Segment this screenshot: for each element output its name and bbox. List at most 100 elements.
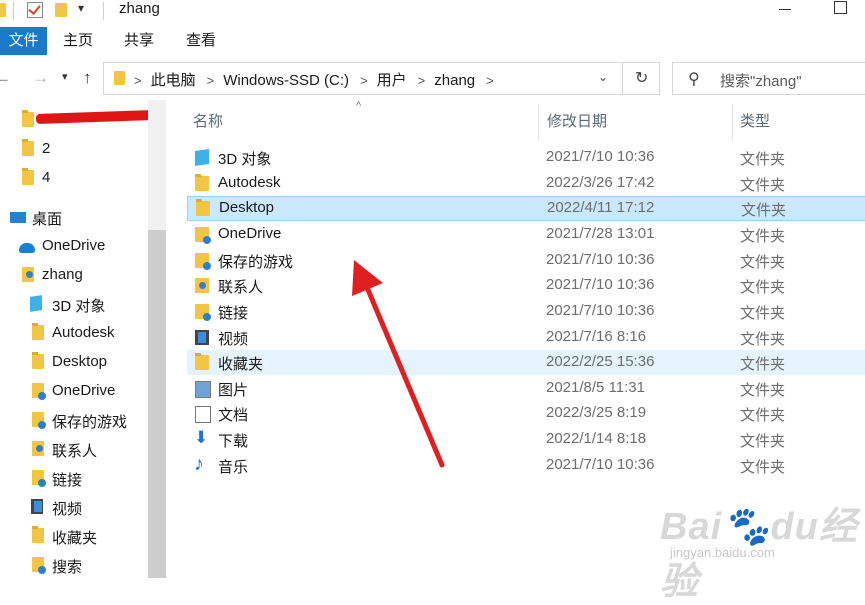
breadcrumb-this-pc[interactable]: 此电脑 [151, 72, 196, 89]
file-name: Autodesk [218, 174, 281, 191]
file-modified: 2021/7/16 8:16 [546, 328, 647, 345]
nav-item-label: OneDrive [42, 237, 106, 254]
file-type: 文件夹 [740, 228, 786, 245]
forward-button[interactable]: → [32, 68, 49, 88]
nav-item[interactable]: 视频 [0, 496, 148, 520]
file-modified: 2021/7/10 10:36 [546, 148, 655, 165]
folder-icon [114, 71, 125, 85]
search-input[interactable]: ⚲ 搜索"zhang" [672, 62, 865, 95]
table-row[interactable]: OneDrive 2021/7/28 13:01 文件夹 [187, 222, 865, 247]
file-name: 链接 [218, 305, 249, 322]
breadcrumb-users[interactable]: 用户 [377, 72, 407, 89]
nav-item-label: OneDrive [52, 382, 116, 399]
file-type: 文件夹 [740, 331, 786, 348]
column-header-modified[interactable]: 修改日期 [547, 104, 732, 140]
customize-quick-access-dropdown[interactable]: ▾ [78, 1, 84, 15]
nav-item[interactable]: 4 [0, 167, 148, 191]
video-icon [31, 499, 43, 514]
nav-item-label: Autodesk [52, 324, 115, 341]
file-modified: 2021/7/10 10:36 [546, 276, 655, 293]
nav-item[interactable]: 3D 对象 [0, 293, 148, 317]
properties-quick-access-icon[interactable] [27, 2, 43, 18]
downloads-icon [194, 428, 209, 448]
navigation-pane: 2 4 桌面 OneDrive zhang 3D 对象 Autodesk Des… [0, 100, 148, 578]
links-icon [32, 470, 46, 487]
desktop-icon [10, 212, 26, 223]
table-row[interactable]: 图片 2021/8/5 11:31 文件夹 [187, 376, 865, 401]
nav-item-desktop[interactable]: 桌面 [0, 206, 148, 230]
tab-home[interactable]: 主页 [63, 27, 93, 55]
refresh-button[interactable]: ↻ [635, 68, 648, 88]
nav-item[interactable]: 2 [0, 138, 148, 162]
links-icon [195, 304, 211, 321]
minimize-button[interactable] [779, 9, 791, 10]
file-modified: 2021/7/10 10:36 [546, 302, 655, 319]
search-icon: ⚲ [688, 71, 700, 88]
breadcrumb-zhang[interactable]: zhang [434, 72, 475, 89]
divider [103, 2, 104, 20]
address-bar[interactable]: > 此电脑 > Windows-SSD (C:) > 用户 > zhang > ⌄ ↻ [103, 62, 660, 95]
column-header-name[interactable]: 名称 [193, 104, 538, 140]
column-divider[interactable] [732, 104, 733, 140]
file-modified: 2021/7/10 10:36 [546, 456, 655, 473]
table-row[interactable]: 3D 对象 2021/7/10 10:36 文件夹 [187, 145, 865, 170]
recent-locations-dropdown[interactable]: ▾ [62, 70, 68, 83]
table-row[interactable]: 文档 2022/3/25 8:19 文件夹 [187, 401, 865, 426]
table-row[interactable]: 视频 2021/7/16 8:16 文件夹 [187, 325, 865, 350]
up-button[interactable]: ↑ [83, 68, 92, 88]
nav-item[interactable]: 联系人 [0, 438, 148, 462]
nav-item[interactable]: 收藏夹 [0, 525, 148, 549]
onedrive-folder-icon [32, 383, 46, 400]
file-name: 音乐 [218, 459, 249, 476]
table-row-selected[interactable]: Desktop 2022/4/11 17:12 文件夹 [187, 196, 865, 221]
file-name: 收藏夹 [218, 356, 264, 373]
file-name: 图片 [218, 382, 249, 399]
table-row[interactable]: Autodesk 2022/3/26 17:42 文件夹 [187, 171, 865, 196]
file-type: 文件夹 [740, 151, 786, 168]
table-row[interactable]: 链接 2021/7/10 10:36 文件夹 [187, 299, 865, 324]
music-icon [194, 453, 209, 476]
folder-icon [195, 174, 209, 191]
scrollbar-thumb[interactable] [148, 230, 166, 578]
folder-icon [22, 110, 34, 127]
chevron-right-icon[interactable]: > [418, 73, 426, 88]
table-row[interactable]: 联系人 2021/7/10 10:36 文件夹 [187, 273, 865, 298]
chevron-right-icon[interactable]: > [207, 73, 215, 88]
table-row-hover[interactable]: 收藏夹 2022/2/25 15:36 文件夹 [187, 350, 865, 375]
tab-file[interactable]: 文件 [0, 27, 47, 55]
chevron-right-icon[interactable]: > [360, 73, 368, 88]
file-name: 下载 [218, 433, 249, 450]
table-row[interactable]: 下载 2022/1/14 8:18 文件夹 [187, 427, 865, 452]
nav-item-label: 2 [42, 140, 51, 157]
file-type: 文件夹 [740, 177, 786, 194]
folder-icon [22, 139, 34, 156]
column-divider[interactable] [538, 104, 539, 140]
tab-share[interactable]: 共享 [124, 27, 154, 55]
new-folder-quick-access-icon[interactable] [55, 3, 67, 17]
chevron-right-icon[interactable]: > [486, 73, 494, 88]
maximize-button[interactable] [834, 1, 847, 14]
file-type: 文件夹 [740, 279, 786, 296]
chevron-right-icon[interactable]: > [134, 73, 142, 88]
table-row[interactable]: 音乐 2021/7/10 10:36 文件夹 [187, 453, 865, 478]
column-header-type[interactable]: 类型 [740, 104, 860, 140]
file-name: Desktop [219, 199, 275, 216]
nav-item-onedrive[interactable]: OneDrive [0, 235, 148, 259]
nav-item[interactable]: 保存的游戏 [0, 409, 148, 433]
nav-item[interactable]: 搜索 [0, 554, 148, 578]
breadcrumb-drive[interactable]: Windows-SSD (C:) [223, 72, 349, 89]
nav-item-label: 3D 对象 [52, 298, 106, 315]
file-type: 文件夹 [740, 356, 786, 373]
file-name: 视频 [218, 331, 249, 348]
nav-item-zhang[interactable]: zhang [0, 264, 148, 288]
back-button[interactable]: ← [0, 68, 11, 88]
file-name: 3D 对象 [218, 151, 272, 168]
nav-item[interactable]: Autodesk [0, 322, 148, 346]
file-name: 文档 [218, 407, 249, 424]
table-row[interactable]: 保存的游戏 2021/7/10 10:36 文件夹 [187, 248, 865, 273]
address-history-dropdown[interactable]: ⌄ [598, 70, 608, 84]
nav-item[interactable]: 链接 [0, 467, 148, 491]
nav-item[interactable]: Desktop [0, 351, 148, 375]
tab-view[interactable]: 查看 [186, 27, 216, 55]
nav-item[interactable]: OneDrive [0, 380, 148, 404]
